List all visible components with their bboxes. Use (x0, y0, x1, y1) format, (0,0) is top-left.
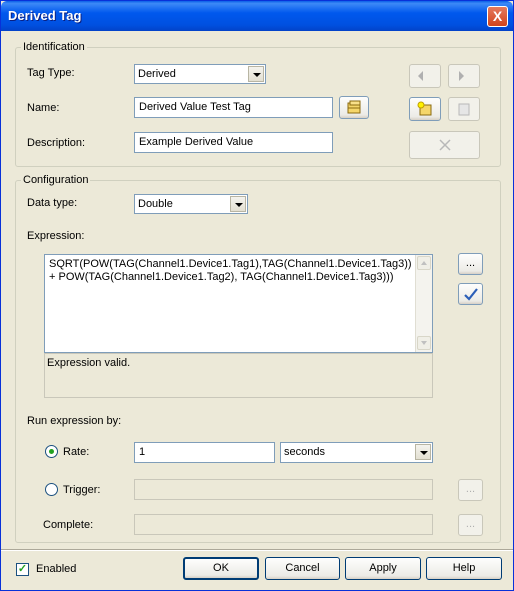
validate-expression-button[interactable] (458, 283, 483, 305)
delete-icon (438, 139, 451, 151)
expression-status: Expression valid. (44, 353, 433, 398)
rate-unit-value: seconds (284, 446, 325, 458)
run-by-label: Run expression by: (27, 415, 122, 427)
chevron-down-icon[interactable] (248, 66, 264, 82)
rate-field[interactable]: 1 (134, 442, 275, 463)
chevron-down-icon[interactable] (415, 444, 431, 460)
new-tag-button[interactable] (409, 97, 441, 121)
expression-editor[interactable]: SQRT(POW(TAG(Channel1.Device1.Tag1),TAG(… (44, 254, 433, 353)
footer-divider (1, 549, 513, 551)
derived-tag-dialog: Derived Tag X Identification Tag Type: D… (0, 0, 514, 591)
ok-button[interactable]: OK (183, 557, 259, 580)
previous-button[interactable] (409, 64, 441, 88)
trigger-label: Trigger: (63, 484, 101, 496)
name-field[interactable]: Derived Value Test Tag (134, 97, 333, 118)
expression-label: Expression: (27, 230, 85, 242)
browse-tag-button[interactable] (339, 96, 369, 119)
enabled-checkbox[interactable]: ✓ (16, 563, 29, 576)
database-icon (347, 100, 361, 114)
expression-line: + POW(TAG(Channel1.Device1.Tag2), TAG(Ch… (49, 271, 394, 283)
next-button[interactable] (448, 64, 480, 88)
rate-radio[interactable] (45, 445, 58, 458)
complete-label: Complete: (43, 519, 94, 531)
copy-tag-button[interactable] (448, 97, 480, 121)
scroll-down-icon[interactable] (417, 336, 431, 350)
rate-unit-select[interactable]: seconds (280, 442, 433, 463)
scroll-up-icon[interactable] (417, 256, 431, 270)
configuration-group-title: Configuration (21, 174, 91, 186)
tag-type-select[interactable]: Derived (134, 64, 266, 84)
identification-group-title: Identification (21, 41, 87, 53)
arrow-left-icon (418, 71, 423, 81)
description-label: Description: (27, 137, 86, 149)
complete-field[interactable] (134, 514, 433, 535)
data-type-value: Double (138, 198, 173, 210)
cancel-button[interactable]: Cancel (265, 557, 340, 580)
new-item-icon (417, 101, 432, 116)
apply-button[interactable]: Apply (345, 557, 421, 580)
checkmark-icon (463, 288, 478, 301)
trigger-browse-button[interactable]: ... (458, 479, 483, 501)
trigger-field[interactable] (134, 479, 433, 500)
enabled-label: Enabled (36, 563, 77, 575)
rate-label: Rate: (63, 446, 90, 458)
help-button[interactable]: Help (426, 557, 502, 580)
trigger-radio[interactable] (45, 483, 58, 496)
title-bar[interactable]: Derived Tag X (1, 1, 513, 31)
window-title: Derived Tag (8, 8, 82, 23)
chevron-down-icon[interactable] (230, 196, 246, 212)
description-field[interactable]: Example Derived Value (134, 132, 333, 153)
data-type-select[interactable]: Double (134, 194, 248, 214)
name-label: Name: (27, 102, 60, 114)
close-button[interactable]: X (487, 6, 508, 27)
expression-scrollbar[interactable] (415, 255, 432, 352)
data-type-label: Data type: (27, 197, 78, 209)
tag-type-value: Derived (138, 68, 176, 80)
delete-tag-button[interactable] (409, 131, 480, 159)
arrow-right-icon (459, 71, 464, 81)
complete-browse-button[interactable]: ... (458, 514, 483, 536)
expression-browse-button[interactable]: ... (458, 253, 483, 275)
expression-line: SQRT(POW(TAG(Channel1.Device1.Tag1),TAG(… (49, 258, 412, 270)
tag-type-label: Tag Type: (27, 67, 75, 79)
copy-icon (458, 103, 470, 116)
